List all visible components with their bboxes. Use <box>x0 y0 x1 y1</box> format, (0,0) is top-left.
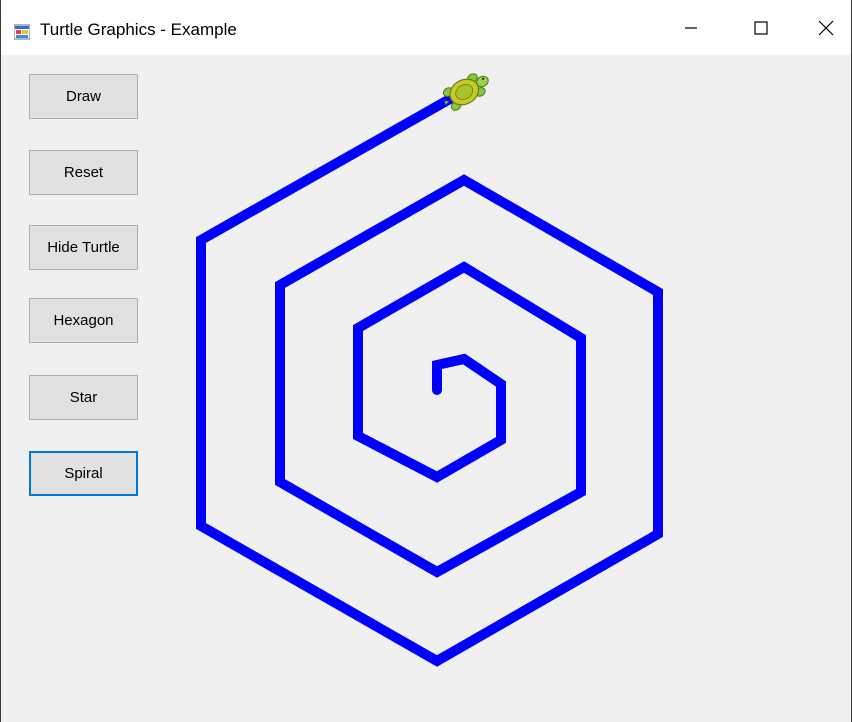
client-area: Draw Reset Hide Turtle Hexagon Star Spir… <box>1 55 851 722</box>
hexagon-button[interactable]: Hexagon <box>29 298 138 343</box>
reset-button[interactable]: Reset <box>29 150 138 195</box>
minimize-button[interactable] <box>656 0 726 55</box>
maximize-button[interactable] <box>726 0 796 55</box>
draw-button[interactable]: Draw <box>29 74 138 119</box>
spiral-path <box>196 86 663 667</box>
close-button[interactable] <box>791 0 851 55</box>
close-icon <box>818 20 834 35</box>
app-form-icon <box>14 24 30 40</box>
app-window: Turtle Graphics - Example Draw Reset Hid… <box>0 0 852 722</box>
turtle-icon <box>442 73 489 111</box>
spiral-button[interactable]: Spiral <box>29 451 138 496</box>
maximize-icon <box>754 20 768 35</box>
hide-turtle-button[interactable]: Hide Turtle <box>29 225 138 270</box>
title-bar[interactable]: Turtle Graphics - Example <box>1 0 851 55</box>
star-button[interactable]: Star <box>29 375 138 420</box>
minimize-icon <box>685 26 697 29</box>
window-title: Turtle Graphics - Example <box>40 20 237 39</box>
